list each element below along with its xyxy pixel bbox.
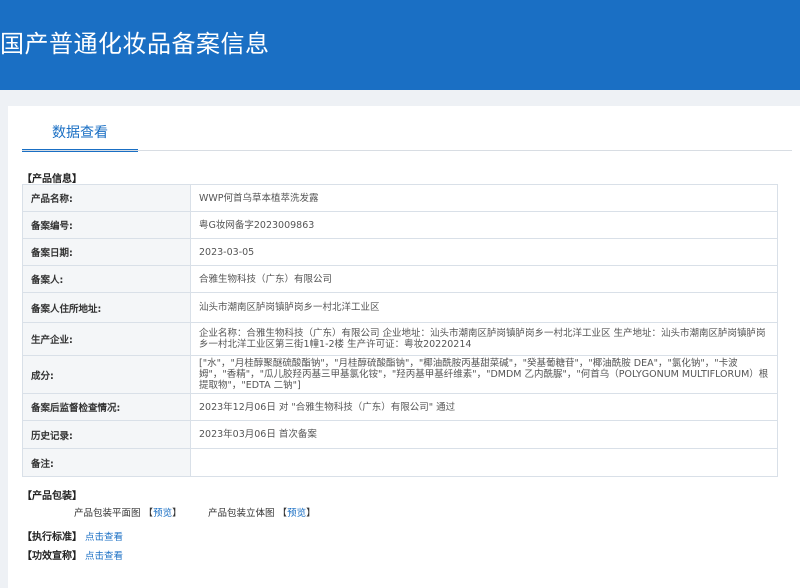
bracket-open: 【 <box>277 508 288 519</box>
row-key: 备案编号: <box>22 211 191 239</box>
row-key: 备注: <box>22 448 191 477</box>
product-info-section-label: 【产品信息】 <box>22 174 82 185</box>
row-key: 成分: <box>22 355 191 394</box>
standard-view-link[interactable]: 点击查看 <box>85 532 123 543</box>
bracket-open: 【 <box>143 508 154 519</box>
package-flat-label: 产品包装平面图 <box>74 508 141 519</box>
table-row: 历史记录: 2023年03月06日 首次备案 <box>22 420 778 449</box>
package-flat-preview-link[interactable]: 预览 <box>153 508 172 519</box>
page-header: 国产普通化妆品备案信息 <box>0 0 800 90</box>
row-key: 备案人: <box>22 265 191 293</box>
registration-date-value: 2023-03-05 <box>190 238 778 266</box>
row-key: 备案后监督检查情况: <box>22 393 191 421</box>
remarks-value <box>190 448 778 477</box>
table-row: 备注: <box>22 448 778 477</box>
row-key: 备案人住所地址: <box>22 292 191 323</box>
row-key: 历史记录: <box>22 420 191 449</box>
table-row: 备案后监督检查情况: 2023年12月06日 对 "合雅生物科技（广东）有限公司… <box>22 393 778 421</box>
ingredients-value: ["水"，"月桂醇聚醚硫酸酯钠"，"月桂醇硫酸酯钠"，"椰油酰胺丙基甜菜碱"，"… <box>190 355 778 394</box>
packaging-section-label: 【产品包装】 <box>22 491 82 502</box>
table-row: 产品名称: WWP何首乌草本植萃洗发露 <box>22 184 778 212</box>
package-flat-row: 产品包装平面图 【预览】 <box>74 505 182 519</box>
inspection-value: 2023年12月06日 对 "合雅生物科技（广东）有限公司" 通过 <box>190 393 778 421</box>
standard-section-label: 【执行标准】 <box>22 532 82 543</box>
package-solid-preview-link[interactable]: 预览 <box>287 508 306 519</box>
row-key: 产品名称: <box>22 184 191 212</box>
product-info-table: 产品名称: WWP何首乌草本植萃洗发露 备案编号: 粤G妆网备字20230098… <box>22 184 778 477</box>
product-name-value: WWP何首乌草本植萃洗发露 <box>190 184 778 212</box>
manufacturer-value: 企业名称：合雅生物科技（广东）有限公司 企业地址：汕头市潮南区胪岗镇胪岗乡一村北… <box>190 322 778 356</box>
table-row: 生产企业: 企业名称：合雅生物科技（广东）有限公司 企业地址：汕头市潮南区胪岗镇… <box>22 322 778 356</box>
page-title: 国产普通化妆品备案信息 <box>0 30 270 58</box>
package-solid-label: 产品包装立体图 <box>208 508 275 519</box>
bracket-close: 】 <box>306 508 316 519</box>
row-key: 生产企业: <box>22 322 191 356</box>
table-row: 备案编号: 粤G妆网备字2023009863 <box>22 211 778 239</box>
table-row: 备案人: 合雅生物科技（广东）有限公司 <box>22 265 778 293</box>
table-row: 备案日期: 2023-03-05 <box>22 238 778 266</box>
tab-divider <box>22 150 792 151</box>
efficacy-view-link[interactable]: 点击查看 <box>85 551 123 562</box>
table-row: 备案人住所地址: 汕头市潮南区胪岗镇胪岗乡一村北洋工业区 <box>22 292 778 323</box>
standard-row: 【执行标准】 点击查看 <box>22 528 123 543</box>
registrant-value: 合雅生物科技（广东）有限公司 <box>190 265 778 293</box>
registrant-address-value: 汕头市潮南区胪岗镇胪岗乡一村北洋工业区 <box>190 292 778 323</box>
registration-number-value: 粤G妆网备字2023009863 <box>190 211 778 239</box>
table-row: 成分: ["水"，"月桂醇聚醚硫酸酯钠"，"月桂醇硫酸酯钠"，"椰油酰胺丙基甜菜… <box>22 355 778 394</box>
package-solid-row: 产品包装立体图 【预览】 <box>208 505 316 519</box>
bracket-close: 】 <box>172 508 182 519</box>
efficacy-row: 【功效宣称】 点击查看 <box>22 547 123 562</box>
tab-data-view[interactable]: 数据查看 <box>22 122 138 152</box>
efficacy-section-label: 【功效宣称】 <box>22 551 82 562</box>
history-value: 2023年03月06日 首次备案 <box>190 420 778 449</box>
row-key: 备案日期: <box>22 238 191 266</box>
content-panel: 数据查看 【产品信息】 产品名称: WWP何首乌草本植萃洗发露 备案编号: 粤G… <box>8 106 800 588</box>
